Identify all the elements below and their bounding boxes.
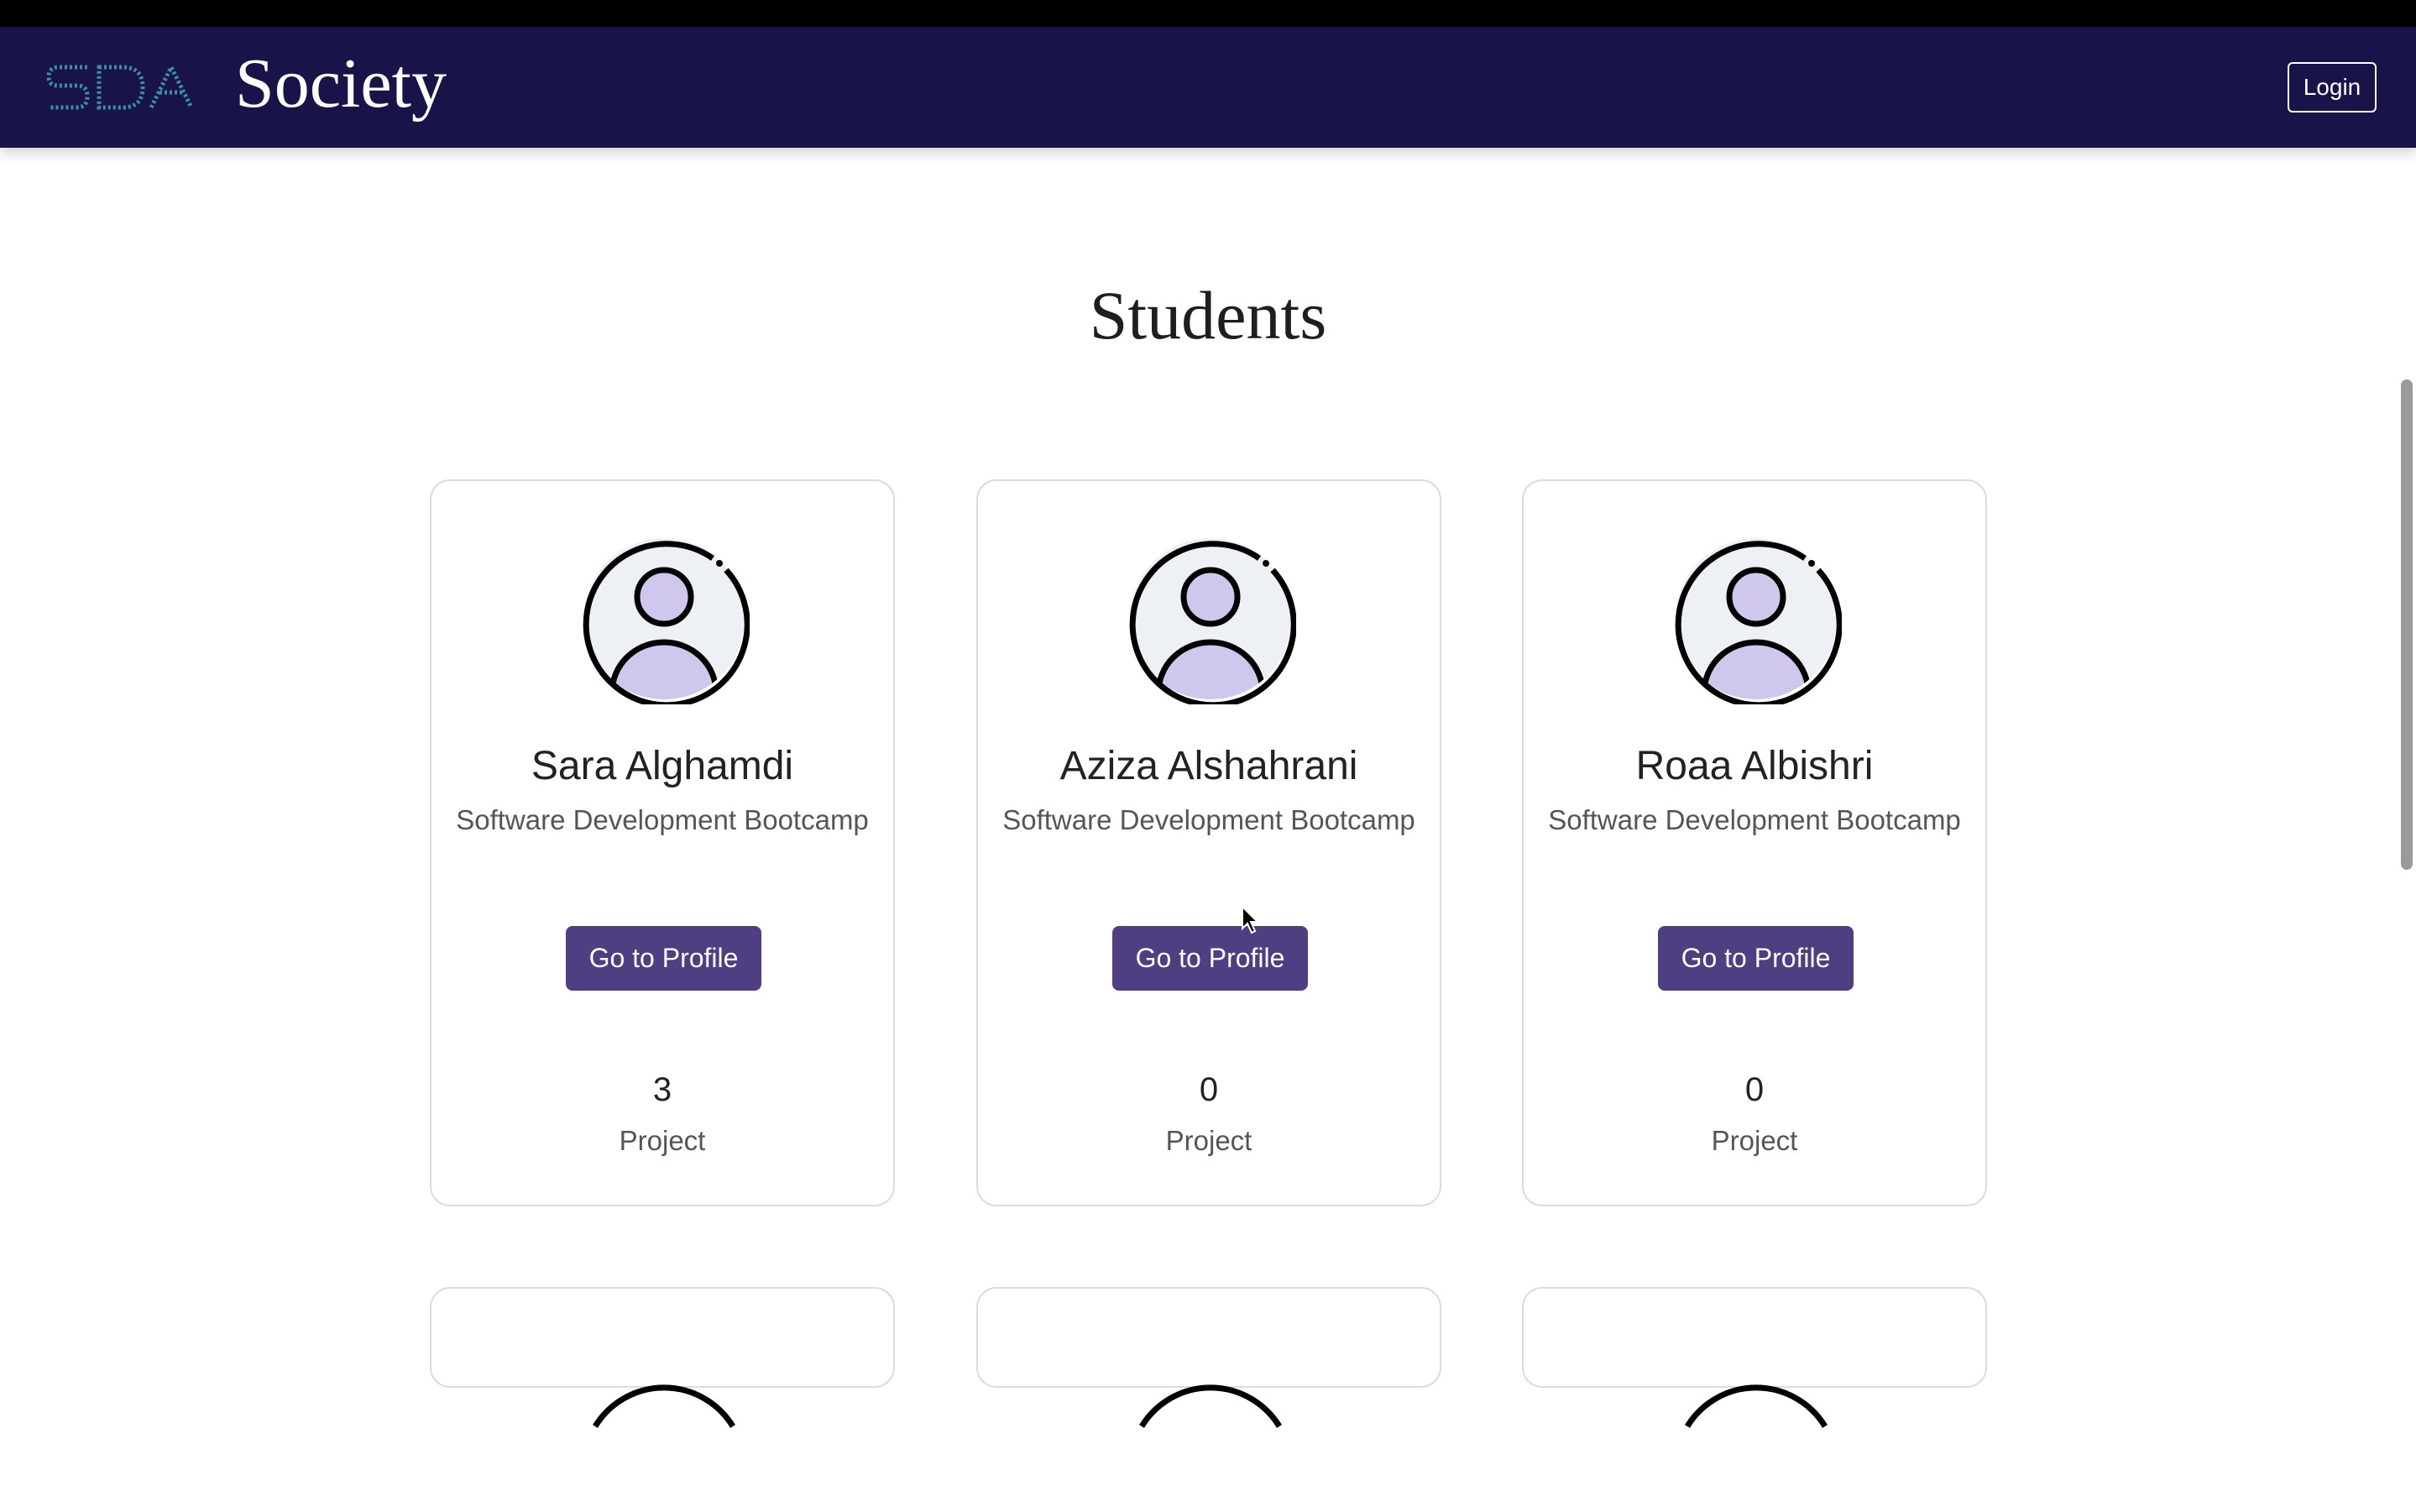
go-to-profile-button[interactable]: Go to Profile bbox=[1658, 926, 1854, 991]
scrollbar-thumb[interactable] bbox=[2401, 379, 2413, 870]
page-title: Students bbox=[1089, 277, 1327, 353]
project-label: Project bbox=[1165, 1125, 1252, 1156]
student-card: Sara Alghamdi Software Development Bootc… bbox=[430, 479, 895, 1206]
go-to-profile-button[interactable]: Go to Profile bbox=[566, 926, 761, 991]
login-button[interactable]: Login bbox=[2288, 62, 2377, 112]
user-avatar-icon bbox=[593, 1384, 735, 1428]
student-name: Roaa Albishri bbox=[1635, 744, 1874, 788]
student-card: Roaa Albishri Software Development Bootc… bbox=[1522, 479, 1987, 1206]
user-avatar-icon bbox=[1675, 538, 1842, 704]
student-card-partial bbox=[976, 1287, 1441, 1428]
window-top-strip bbox=[0, 0, 2416, 27]
student-card: Aziza Alshahrani Software Development Bo… bbox=[976, 479, 1441, 1206]
mouse-pointer-icon bbox=[1242, 905, 1260, 934]
navbar: Society Login bbox=[0, 27, 2416, 148]
student-program: Software Development Bootcamp bbox=[1002, 804, 1415, 835]
user-avatar-icon bbox=[583, 538, 750, 704]
student-card-partial bbox=[1522, 1287, 1987, 1428]
student-name: Aziza Alshahrani bbox=[1059, 744, 1358, 788]
student-program: Software Development Bootcamp bbox=[1548, 804, 1961, 835]
project-count: 0 bbox=[1744, 1071, 1765, 1108]
project-count: 3 bbox=[652, 1071, 672, 1108]
brand-name[interactable]: Society bbox=[235, 42, 447, 126]
user-avatar-icon bbox=[1139, 1384, 1282, 1428]
sda-logo-icon[interactable] bbox=[44, 57, 195, 118]
student-card-partial bbox=[430, 1287, 895, 1428]
project-count: 0 bbox=[1199, 1071, 1219, 1108]
go-to-profile-button[interactable]: Go to Profile bbox=[1112, 926, 1308, 991]
user-avatar-icon bbox=[1129, 538, 1296, 704]
user-avatar-icon bbox=[1685, 1384, 1828, 1428]
student-name: Sara Alghamdi bbox=[531, 744, 794, 788]
project-label: Project bbox=[619, 1125, 706, 1156]
project-label: Project bbox=[1711, 1125, 1798, 1156]
student-program: Software Development Bootcamp bbox=[456, 804, 869, 835]
